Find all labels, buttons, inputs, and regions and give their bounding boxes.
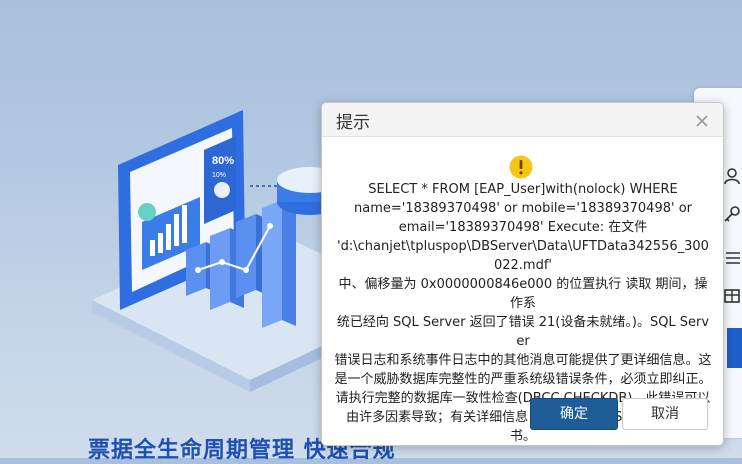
message-line: SELECT * FROM [EAP_User]with(nolock) WHE… [368,182,678,197]
message-line: 错误日志和系统事件日志中的其他消息可能提供了更详细信息。这 [334,353,712,368]
side-blue-tab[interactable] [727,328,742,368]
message-line: 统已经向 SQL Server 返回了错误 21(设备未就绪。)。SQL Ser… [336,315,710,349]
card-sub-percent-text: 10% [212,172,226,179]
card-percent-text: 80% [212,155,234,167]
close-icon[interactable] [694,113,710,129]
cancel-button[interactable]: 取消 [622,398,708,430]
menu-icon[interactable] [722,248,742,268]
dialog-header: 提示 [322,103,723,137]
message-line: name='18389370498' or mobile='1838937049… [354,201,692,216]
message-line: 'd:\chanjet\tpluspop\DBServer\Data\UFTDa… [337,239,709,273]
warning-icon [509,155,533,179]
dialog-title: 提示 [336,113,370,133]
alert-dialog: 提示 SELECT * FROM [EAP_User]with(nolock) … [321,102,724,446]
message-line: 中、偏移量为 0x0000000846e000 的位置执行 读取 期间，操作系 [338,277,708,311]
grid-icon[interactable] [722,286,742,306]
key-icon[interactable] [722,204,742,224]
user-icon[interactable] [722,166,742,186]
ok-button[interactable]: 确定 [530,398,618,430]
message-line: 是一个威胁数据库完整性的严重系统级错误条件，必须立即纠正。 [334,372,712,387]
message-line: email='18389370498' Execute: 在文件 [398,220,648,235]
